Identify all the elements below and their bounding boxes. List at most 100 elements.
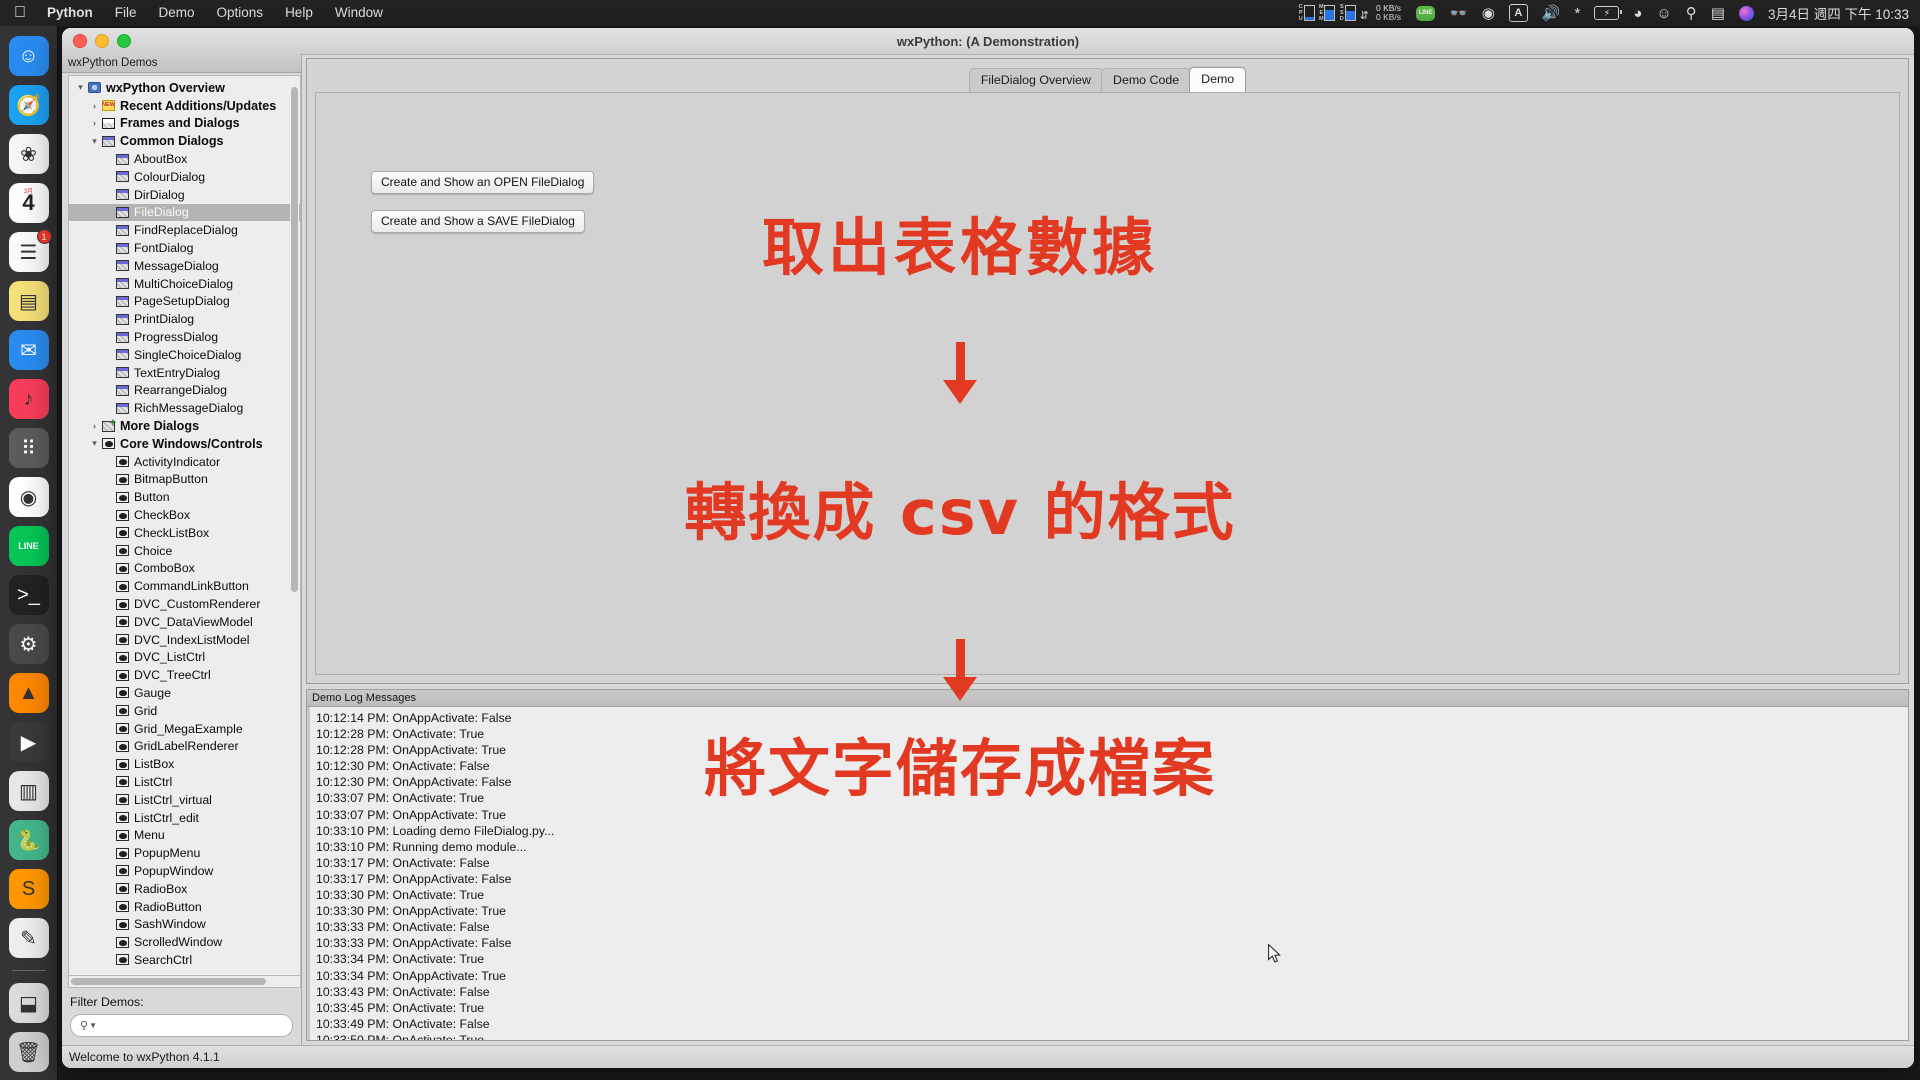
user-account-icon[interactable]: ☺: [1649, 6, 1678, 21]
tree-item-recent-additions-updates[interactable]: › NEW Recent Additions/Updates: [69, 97, 300, 115]
tree-item-choice[interactable]: › Choice: [69, 542, 300, 560]
chevron-down-icon[interactable]: ▾: [87, 438, 102, 449]
tree-item-dvc-dataviewmodel[interactable]: › DVC_DataViewModel: [69, 613, 300, 631]
tree-item-listctrl-virtual[interactable]: › ListCtrl_virtual: [69, 791, 300, 809]
tree-item-activityindicator[interactable]: › ActivityIndicator: [69, 453, 300, 471]
tree-item-popupmenu[interactable]: › PopupMenu: [69, 844, 300, 862]
tree-item-aboutbox[interactable]: › AboutBox: [69, 150, 300, 168]
tree-item-textentrydialog[interactable]: › TextEntryDialog: [69, 364, 300, 382]
tree-item-dvc-treectrl[interactable]: › DVC_TreeCtrl: [69, 666, 300, 684]
tree-item-combobox[interactable]: › ComboBox: [69, 560, 300, 578]
tree-item-colourdialog[interactable]: › ColourDialog: [69, 168, 300, 186]
tree-item-printdialog[interactable]: › PrintDialog: [69, 310, 300, 328]
dock-item-simulator[interactable]: ▥: [8, 771, 49, 811]
tree-item-popupwindow[interactable]: › PopupWindow: [69, 862, 300, 880]
tree-item-pagesetupdialog[interactable]: › PageSetupDialog: [69, 293, 300, 311]
dock-item-safari[interactable]: 🧭: [8, 85, 49, 125]
tree-item-more-dialogs[interactable]: › More Dialogs: [69, 417, 300, 435]
dock-item-anaconda[interactable]: 🐍: [8, 820, 49, 860]
menu-item-file[interactable]: File: [104, 0, 148, 26]
tab-filedialog-overview[interactable]: FileDialog Overview: [968, 67, 1103, 92]
tree-item-grid[interactable]: › Grid: [69, 702, 300, 720]
network-speed-widget[interactable]: 0 KB/s 0 KB/s: [1372, 3, 1409, 23]
tree-item-scrolledwindow[interactable]: › ScrolledWindow: [69, 933, 300, 951]
wifi-icon[interactable]: ◕: [1626, 6, 1649, 21]
chevron-right-icon[interactable]: ›: [87, 101, 102, 111]
tree-item-menu[interactable]: › Menu: [69, 826, 300, 844]
tree-item-multichoicedialog[interactable]: › MultiChoiceDialog: [69, 275, 300, 293]
siri-icon[interactable]: [1732, 5, 1761, 21]
dock-item-photos[interactable]: ❀: [8, 134, 49, 174]
tree-item-radiobox[interactable]: › RadioBox: [69, 880, 300, 898]
create-open-filedialog-button[interactable]: Create and Show an OPEN FileDialog: [371, 171, 595, 194]
tree-item-richmessagedialog[interactable]: › RichMessageDialog: [69, 399, 300, 417]
dock-item-sublime[interactable]: S: [8, 869, 49, 909]
control-center-icon[interactable]: ▤: [1704, 6, 1732, 21]
dock-item-launchpad[interactable]: ⠿: [8, 428, 49, 468]
tree-item-singlechoicedialog[interactable]: › SingleChoiceDialog: [69, 346, 300, 364]
tree-item-common-dialogs[interactable]: ▾ Common Dialogs: [69, 132, 300, 150]
tree-item-messagedialog[interactable]: › MessageDialog: [69, 257, 300, 275]
tree-item-listctrl[interactable]: › ListCtrl: [69, 773, 300, 791]
dock-item-line[interactable]: LINE: [8, 526, 49, 566]
system-monitor-widget[interactable]: CPU MEM SSD ⇵: [1294, 4, 1372, 22]
tree-item-rearrangedialog[interactable]: › RearrangeDialog: [69, 382, 300, 400]
spotlight-search-icon[interactable]: ⚲: [1679, 6, 1704, 21]
filter-search-box[interactable]: ⚲ ▼: [70, 1014, 293, 1037]
tree-item-filedialog[interactable]: › FileDialog: [69, 203, 300, 222]
demo-tree[interactable]: ▾ wxPython Overview › NEW Recent Additions/U…: [69, 76, 300, 975]
search-input[interactable]: [101, 1017, 283, 1034]
glasses-icon[interactable]: 👓: [1442, 6, 1475, 21]
tab-demo-code[interactable]: Demo Code: [1101, 67, 1192, 92]
menu-item-python[interactable]: Python: [36, 0, 104, 26]
play-circle-icon[interactable]: ◉: [1475, 6, 1502, 21]
tree-horizontal-scroll-thumb[interactable]: [71, 978, 266, 985]
apple-logo-icon[interactable]: : [10, 0, 36, 26]
tree-item-dvc-customrenderer[interactable]: › DVC_CustomRenderer: [69, 595, 300, 613]
tree-item-gauge[interactable]: › Gauge: [69, 684, 300, 702]
input-source-A-icon[interactable]: A: [1502, 4, 1535, 22]
tree-horizontal-scrollbar[interactable]: [68, 976, 301, 988]
tree-item-dirdialog[interactable]: › DirDialog: [69, 186, 300, 204]
tree-item-searchctrl[interactable]: › SearchCtrl: [69, 951, 300, 969]
tree-item-listbox[interactable]: › ListBox: [69, 755, 300, 773]
battery-charging-icon[interactable]: ⚡: [1587, 6, 1626, 20]
tree-item-findreplacedialog[interactable]: › FindReplaceDialog: [69, 221, 300, 239]
tree-item-bitmapbutton[interactable]: › BitmapButton: [69, 471, 300, 489]
tab-demo[interactable]: Demo: [1189, 66, 1247, 92]
dock-item-reminders[interactable]: ☰ 1: [8, 229, 52, 272]
dock-item-settings[interactable]: ⚙: [8, 624, 49, 664]
tree-item-sashwindow[interactable]: › SashWindow: [69, 915, 300, 933]
tree-item-core-windows-controls[interactable]: ▾ Core Windows/Controls: [69, 435, 300, 453]
tree-item-frames-and-dialogs[interactable]: › Frames and Dialogs: [69, 115, 300, 133]
tree-item-grid-megaexample[interactable]: › Grid_MegaExample: [69, 720, 300, 738]
tree-vertical-scroll-thumb[interactable]: [291, 87, 298, 592]
tree-item-checkbox[interactable]: › CheckBox: [69, 506, 300, 524]
bluetooth-icon[interactable]: *: [1568, 6, 1588, 21]
demo-log-messages[interactable]: 10:12:14 PM: OnAppActivate: False 10:12:2…: [306, 707, 1909, 1041]
dock-item-quicktime[interactable]: ▶: [8, 722, 49, 762]
tree-item-wxpython-overview[interactable]: ▾ wxPython Overview: [69, 79, 300, 97]
menu-item-window[interactable]: Window: [324, 0, 394, 26]
dock-item-trash[interactable]: 🗑: [8, 1032, 49, 1072]
tree-item-fontdialog[interactable]: › FontDialog: [69, 239, 300, 257]
volume-icon[interactable]: 🔊: [1535, 6, 1568, 21]
tree-item-dvc-indexlistmodel[interactable]: › DVC_IndexListModel: [69, 631, 300, 649]
tree-item-progressdialog[interactable]: › ProgressDialog: [69, 328, 300, 346]
tree-item-button[interactable]: › Button: [69, 488, 300, 506]
dock-item-mail[interactable]: ✉: [8, 330, 49, 370]
dock-item-music[interactable]: ♪: [8, 379, 49, 419]
dock-item-finder[interactable]: ☺: [8, 36, 49, 76]
create-save-filedialog-button[interactable]: Create and Show a SAVE FileDialog: [371, 210, 585, 233]
dock-item-vlc[interactable]: ▲: [8, 673, 49, 713]
dock-item-preview[interactable]: ✎: [8, 918, 49, 958]
tree-item-gridlabelrenderer[interactable]: › GridLabelRenderer: [69, 737, 300, 755]
tree-item-radiobutton[interactable]: › RadioButton: [69, 898, 300, 916]
dock-item-calendar[interactable]: 4 3月: [8, 183, 49, 223]
chevron-right-icon[interactable]: ›: [87, 118, 102, 128]
tree-item-checklistbox[interactable]: › CheckListBox: [69, 524, 300, 542]
menu-item-options[interactable]: Options: [206, 0, 275, 26]
line-icon[interactable]: LINE: [1409, 5, 1442, 21]
dock-item-downloads[interactable]: ⬓: [8, 983, 49, 1023]
dock-item-notes[interactable]: ▤: [8, 281, 49, 321]
